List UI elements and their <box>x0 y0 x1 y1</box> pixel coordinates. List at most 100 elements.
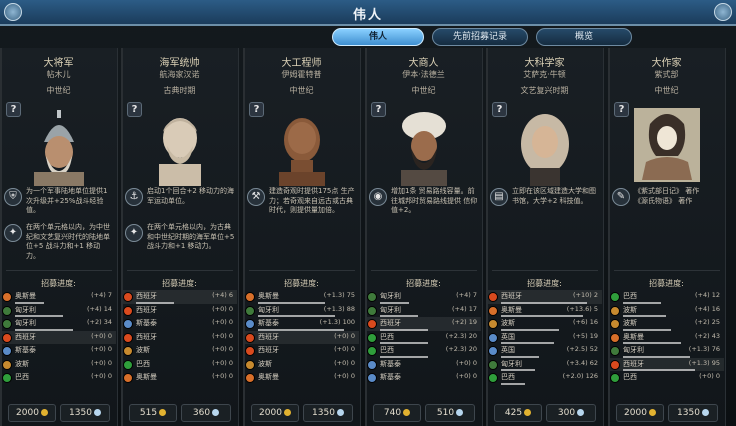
close-icon[interactable] <box>714 3 732 21</box>
recruit-progress-row: 奥斯曼 (+0) 0 <box>123 371 237 385</box>
recruit-points: (+2) 25 <box>695 318 720 326</box>
patronize-gold-button[interactable]: 2000 <box>251 404 299 422</box>
civ-name: 斯基泰 <box>258 319 279 327</box>
recruit-cost-row: 2000 1350 <box>243 404 360 426</box>
ability-text: 《紫式部日记》 著作 《源氏物语》 著作 <box>634 187 700 205</box>
gold-cost: 2000 <box>259 408 282 418</box>
gold-cost: 2000 <box>624 408 647 418</box>
recruit-progress-row: 波斯 (+0) 0 <box>245 358 359 372</box>
patronize-faith-button[interactable]: 1350 <box>60 404 110 422</box>
patronize-faith-button[interactable]: 1350 <box>668 404 718 422</box>
civ-name: 波斯 <box>136 346 150 354</box>
patronize-faith-button[interactable]: 1350 <box>303 404 353 422</box>
recruit-points: (+0) 0 <box>334 372 355 380</box>
civ-name: 奥斯曼 <box>15 292 36 300</box>
portrait-icon <box>389 104 459 186</box>
recruit-progress-row: 斯基泰 (+0) 0 <box>2 344 116 358</box>
recruit-points: (+0) 0 <box>91 358 112 367</box>
patronize-gold-button[interactable]: 425 <box>494 404 542 422</box>
patronize-gold-button[interactable]: 2000 <box>8 404 56 422</box>
tab-previous-recruits[interactable]: 先前招募记录 <box>432 28 528 46</box>
civ-name: 巴西 <box>380 332 394 341</box>
recruit-progress-row: 巴西 (+2.3) 20 <box>367 331 481 344</box>
civ-name: 匈牙利 <box>15 319 36 327</box>
recruit-points: (+0) 0 <box>212 318 233 326</box>
gold-icon <box>159 409 167 416</box>
great-person-card[interactable]: 大将军 帖木儿 中世纪? ⛨ 为一个军事陆地单位提供1次升级并+25%战斗经验值。 ✦ 在两… <box>0 48 118 426</box>
coin-icon: ◉ <box>369 188 387 206</box>
patronize-faith-button[interactable]: 510 <box>425 404 475 422</box>
help-icon[interactable]: ? <box>127 102 142 117</box>
recruit-progress-list: 西班牙 (+4) 6 西班牙 (+0) 0 斯基泰 (+0) 0 西班牙 (+0) 0 波斯 (+… <box>123 290 237 385</box>
civ-name: 斯基泰 <box>136 319 157 327</box>
help-icon[interactable]: ? <box>249 102 264 117</box>
recruit-progress-title: 招募进度: <box>406 279 441 288</box>
civ-flag-icon <box>367 305 377 316</box>
recruit-points: (+0) 0 <box>212 358 233 367</box>
great-person-name: 帖木儿 <box>46 70 71 79</box>
civ-name: 奥斯曼 <box>258 373 279 381</box>
recruit-points: (+4) 16 <box>695 304 720 313</box>
civ-name: 西班牙 <box>136 305 157 314</box>
patronize-faith-button[interactable]: 300 <box>546 404 596 422</box>
great-person-type: 海军统帅 <box>159 58 200 69</box>
civ-flag-icon <box>610 373 620 383</box>
great-person-name: 艾萨克·牛顿 <box>523 70 566 79</box>
faith-icon <box>212 409 220 416</box>
recruit-points: (+2) 34 <box>87 318 112 326</box>
great-person-card[interactable]: 海军统帅 航海家汉诺 古典时期? ⚓ 启动1个回合+2 移动力的海军运动单位。 ✦ 在两个单… <box>121 48 239 426</box>
recruit-progress-row: 斯基泰 (+0) 0 <box>123 317 237 331</box>
recruit-progress-row: 西班牙 (+4) 6 <box>123 290 237 304</box>
help-icon[interactable]: ? <box>492 102 507 117</box>
great-person-card[interactable]: 大作家 紫式部 中世纪? ✎ 《紫式部日记》 著作 《源氏物语》 著作 招募进度: 巴西 (+… <box>608 48 726 426</box>
recruit-points: (+2) 43 <box>695 331 720 340</box>
patronize-gold-button[interactable]: 2000 <box>616 404 664 422</box>
great-person-card[interactable]: 大工程师 伊姆霍特普 中世纪? ⚒ 建造奇观时提供175点 生产力；若奇观来自远古或古典… <box>243 48 361 426</box>
civ-flag-icon <box>610 292 620 302</box>
recruit-progress-row: 波斯 (+4) 16 <box>610 304 724 317</box>
patronize-faith-button[interactable]: 360 <box>181 404 231 422</box>
great-person-card[interactable]: 大科学家 艾萨克·牛顿 文艺复兴时期? ▤ 立即在该区域建造大学和图书馆，大学+2 科技… <box>486 48 604 426</box>
civ-flag-icon <box>245 373 255 383</box>
book-icon: ▤ <box>490 188 508 206</box>
star-icon: ✦ <box>4 224 22 242</box>
recruit-progress-bar <box>501 382 525 385</box>
civ-name: 奥斯曼 <box>501 305 522 314</box>
help-icon[interactable]: ? <box>6 102 21 117</box>
civ-name: 巴西 <box>380 346 394 354</box>
recruit-progress-row: 巴西 (+0) 0 <box>123 358 237 372</box>
patronize-gold-button[interactable]: 515 <box>129 404 177 422</box>
tab-overview[interactable]: 概览 <box>536 28 632 46</box>
civ-flag-icon <box>610 319 620 329</box>
recruit-points: (+0) 0 <box>212 304 233 313</box>
civ-name: 西班牙 <box>501 292 522 300</box>
ability-text: 增加1条 贸易路线容量。前往城邦时贸易路线提供 信仰值+2。 <box>391 187 478 214</box>
section-divider <box>6 270 112 271</box>
civ-name: 奥斯曼 <box>136 373 157 381</box>
civ-name: 西班牙 <box>258 332 279 341</box>
recruit-progress-row: 波斯 (+6) 16 <box>488 317 602 331</box>
recruit-points: (+1.3) 76 <box>688 345 720 353</box>
great-person-card[interactable]: 大商人 伊本·法德兰 中世纪? ◉ 增加1条 贸易路线容量。前往城邦时贸易路线提供 信仰… <box>365 48 483 426</box>
civ-flag-icon <box>245 346 255 356</box>
recruit-progress-row: 匈牙利 (+4) 17 <box>367 304 481 317</box>
recruit-points: (+4) 6 <box>212 291 233 299</box>
recruit-points: (+0) 0 <box>212 345 233 353</box>
portrait-icon <box>24 104 94 186</box>
recruit-points: (+4) 12 <box>695 291 720 299</box>
gold-cost: 740 <box>383 408 402 418</box>
civ-name: 西班牙 <box>380 319 401 327</box>
recruit-cost-row: 425 300 <box>486 404 603 426</box>
help-icon[interactable]: ? <box>371 102 386 117</box>
civ-name: 斯基泰 <box>15 346 36 354</box>
recruit-progress-row: 巴西 (+0) 0 <box>610 371 724 385</box>
recruit-progress-row: 巴西 (+0) 0 <box>2 371 116 385</box>
civ-flag-icon <box>488 359 498 370</box>
tab-great-people[interactable]: 伟人 <box>332 28 424 46</box>
recruit-progress-row: 巴西 (+2.0) 126 <box>488 371 602 385</box>
recruit-points: (+0) 0 <box>456 358 477 367</box>
patronize-gold-button[interactable]: 740 <box>373 404 421 422</box>
recruit-progress-row: 匈牙利 (+3.4) 62 <box>488 358 602 371</box>
help-icon[interactable]: ? <box>614 102 629 117</box>
faith-icon <box>456 409 464 416</box>
